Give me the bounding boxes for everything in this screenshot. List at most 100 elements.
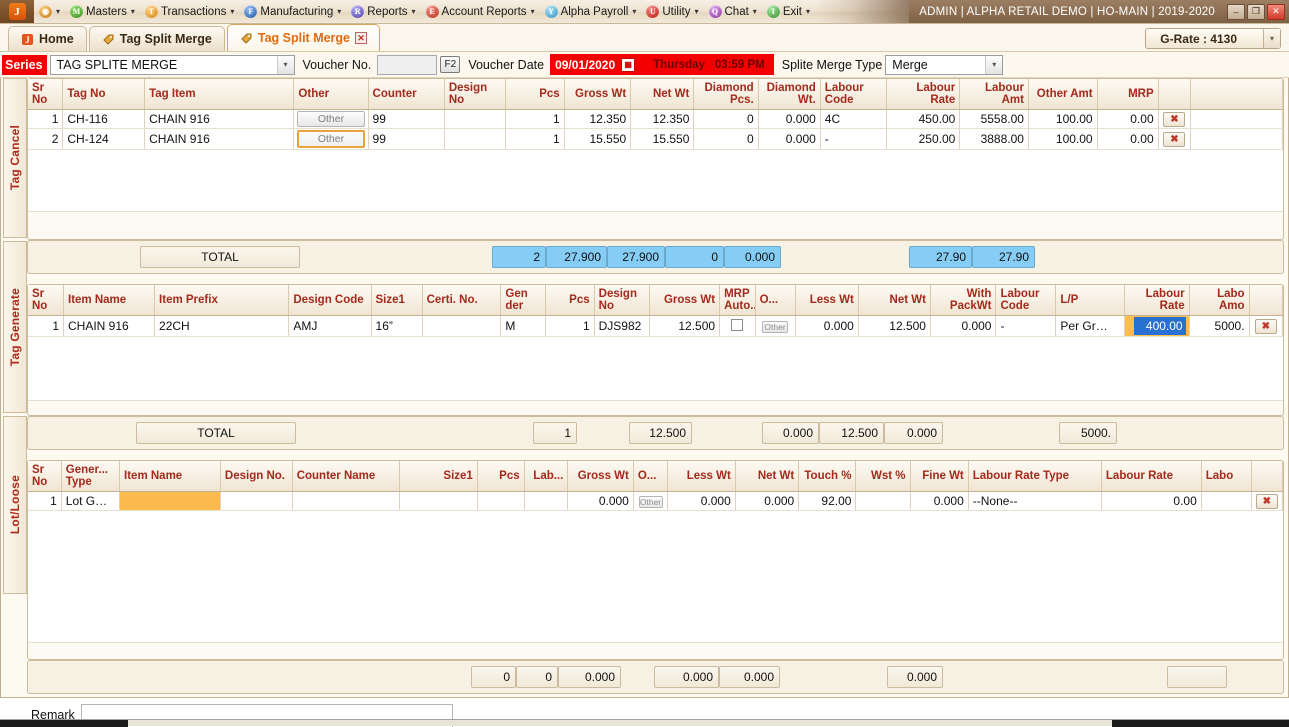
col-pcs[interactable]: Pcs [505,79,565,110]
cell-labour-rate[interactable]: 450.00 [886,109,961,129]
cell-diamond-wt[interactable]: 0.000 [758,109,821,129]
cell-other-amt[interactable]: 100.00 [1028,128,1098,150]
cell-net-wt[interactable]: 12.350 [630,109,695,129]
cell-lab[interactable] [524,491,569,511]
col-tag-no[interactable]: Tag No [62,79,146,110]
cell-labour-amt[interactable]: 3888.00 [959,128,1029,150]
delete-row-button[interactable]: ✖ [1255,494,1278,509]
cell-pcs[interactable] [477,491,525,511]
cell-design-no[interactable] [444,128,506,150]
col-labour-rate[interactable]: Labour Rate [886,79,961,110]
menu-item-alpha-payroll[interactable]: Y Alpha Payroll ▾ [540,0,642,23]
col-mrp[interactable]: MRP [1097,79,1159,110]
cell-tag-item[interactable]: CHAIN 916 [144,128,295,150]
col-size1[interactable]: Size1 [371,285,423,316]
col-diamond-wt[interactable]: Diamond Wt. [758,79,821,110]
cell-delete[interactable]: ✖ [1249,315,1284,337]
series-select[interactable]: TAG SPLITE MERGE ▾ [49,54,295,75]
col-pcs[interactable]: Pcs [545,285,595,316]
col-counter-name[interactable]: Counter Name [292,461,400,492]
col-touch-pct[interactable]: Touch % [798,461,857,492]
merge-type-select[interactable]: Merge ▾ [885,54,1004,75]
cell-other[interactable]: Other [633,491,669,511]
cell-net-wt[interactable]: 0.000 [735,491,800,511]
other-button[interactable]: Other [297,111,365,127]
chevron-down-icon[interactable]: ▾ [985,55,1003,74]
cell-pcs[interactable]: 1 [545,315,595,337]
col-labour-code[interactable]: Labour Code [995,285,1057,316]
cell-delete[interactable]: ✖ [1158,109,1192,129]
cell-labour-rate[interactable]: 400.00 [1124,315,1190,337]
col-item-name[interactable]: Item Name [63,285,156,316]
col-net-wt[interactable]: Net Wt [858,285,931,316]
col-labour-amount[interactable]: Labo Amo [1189,285,1250,316]
cell-diamond-wt[interactable]: 0.000 [758,128,821,150]
minimize-button[interactable]: – [1227,3,1245,20]
cell-pcs[interactable]: 1 [505,109,565,129]
col-sr-no[interactable]: Sr No [28,461,62,492]
cell-mrp-auto[interactable] [719,315,756,337]
col-design-no[interactable]: Design No. [220,461,293,492]
delete-row-button[interactable]: ✖ [1163,112,1186,127]
col-pcs[interactable]: Pcs [477,461,525,492]
cell-item-name[interactable]: CHAIN 916 [63,315,156,337]
cell-wst-pct[interactable] [855,491,911,511]
g-rate-display[interactable]: G-Rate : 4130 ▾ [1145,28,1281,49]
cell-with-packwt[interactable]: 0.000 [930,315,997,337]
col-net-wt[interactable]: Net Wt [630,79,695,110]
close-button[interactable]: ✕ [1267,3,1285,20]
col-labour-rate[interactable]: Labour Rate [1124,285,1190,316]
col-gender[interactable]: Gen der [500,285,546,316]
cell-labour-rate[interactable]: 250.00 [886,128,961,150]
col-labour-code[interactable]: Labour Code [820,79,888,110]
cell-sr-no[interactable]: 1 [28,315,65,337]
col-design-code[interactable]: Design Code [288,285,372,316]
cell-counter[interactable]: 99 [368,128,445,150]
col-item-name[interactable]: Item Name [119,461,221,492]
cell-counter[interactable]: 99 [368,109,445,129]
menu-item-reports[interactable]: R Reports ▾ [346,0,420,23]
other-button[interactable]: Other [762,321,789,333]
cell-item-name[interactable] [119,491,221,511]
cell-gross-wt[interactable]: 12.350 [564,109,632,129]
cell-diamond-pcs[interactable]: 0 [693,128,759,150]
col-item-prefix[interactable]: Item Prefix [154,285,290,316]
cell-item-prefix[interactable]: 22CH [154,315,290,337]
vtab-lot-loose[interactable]: Lot/Loose [3,416,27,594]
col-other[interactable]: O... [633,461,669,492]
cell-labour-code[interactable]: 4C [820,109,888,129]
chevron-down-icon[interactable]: ▾ [1263,29,1280,48]
labour-rate-editor[interactable]: 400.00 [1134,317,1186,335]
cell-net-wt[interactable]: 12.500 [858,315,931,337]
col-less-wt[interactable]: Less Wt [667,461,736,492]
cell-gender[interactable]: M [500,315,546,337]
cell-other[interactable]: Other [293,109,369,129]
mrp-auto-checkbox[interactable] [731,318,744,331]
cell-sr-no[interactable]: 1 [28,491,62,511]
col-size1[interactable]: Size1 [399,461,478,492]
vtab-tag-generate[interactable]: Tag Generate [3,241,27,413]
chevron-down-icon[interactable]: ▾ [276,55,294,74]
cell-gross-wt[interactable]: 0.000 [567,491,634,511]
col-labour-rate[interactable]: Labour Rate [1101,461,1202,492]
col-gross-wt[interactable]: Gross Wt [567,461,634,492]
cell-touch-pct[interactable]: 92.00 [798,491,857,511]
cell-size1[interactable] [399,491,478,511]
col-wst-pct[interactable]: Wst % [855,461,911,492]
f2-key-hint[interactable]: F2 [440,56,461,73]
col-other[interactable]: Other [293,79,369,110]
cell-diamond-pcs[interactable]: 0 [693,109,759,129]
menu-item-manufacturing[interactable]: F Manufacturing ▾ [239,0,346,23]
col-gross-wt[interactable]: Gross Wt [564,79,632,110]
cell-labour-code[interactable]: - [820,128,888,150]
cell-design-no[interactable]: DJS982 [594,315,651,337]
col-lp[interactable]: L/P [1055,285,1126,316]
col-with-packwt[interactable]: With PackWt [930,285,997,316]
tab-home[interactable]: J Home [8,26,87,51]
cell-labour-rate-type[interactable]: --None-- [968,491,1102,511]
voucher-no-input[interactable] [377,54,438,75]
menu-item-account-reports[interactable]: E Account Reports ▾ [421,0,540,23]
close-icon[interactable]: ✕ [355,32,368,44]
cell-other[interactable]: Other [293,128,369,150]
col-other-amt[interactable]: Other Amt [1028,79,1098,110]
